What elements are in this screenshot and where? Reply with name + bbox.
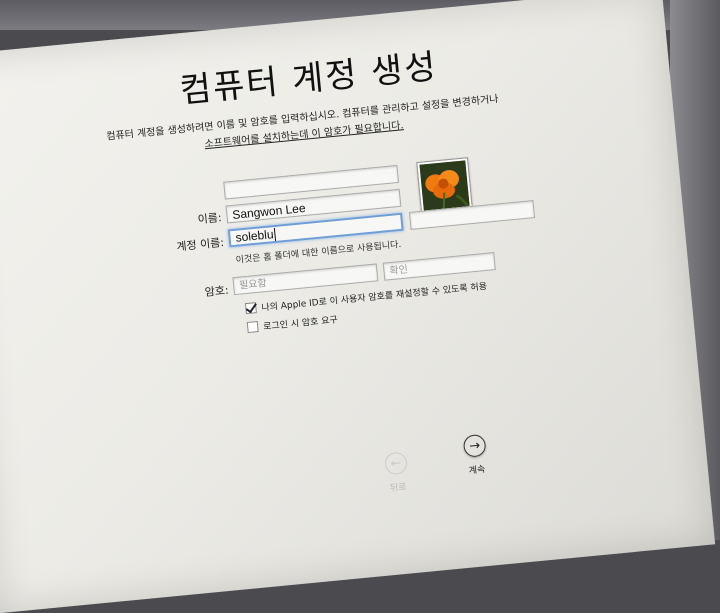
continue-button[interactable]: → 계속 bbox=[449, 432, 503, 478]
verify-password-field[interactable]: 확인 bbox=[382, 252, 496, 281]
account-name-label: 계정 이름: bbox=[175, 235, 225, 254]
back-button[interactable]: ← 뒤로 bbox=[370, 450, 424, 496]
account-name-value: soleblu bbox=[234, 227, 275, 245]
require-password-option[interactable]: 로그인 시 암호 요구 bbox=[246, 312, 339, 334]
require-password-checkbox[interactable] bbox=[246, 321, 259, 334]
user-picture[interactable] bbox=[417, 158, 472, 213]
left-arrow-icon: ← bbox=[383, 451, 408, 476]
setup-assistant-screen: 컴퓨터 계정 생성 컴퓨터 계정을 생성하려면 이름 및 암호를 입력하십시오.… bbox=[0, 0, 716, 613]
right-arrow-icon: → bbox=[462, 433, 487, 458]
back-label: 뒤로 bbox=[389, 482, 408, 495]
require-password-label: 로그인 시 암호 요구 bbox=[262, 315, 339, 333]
orange-poppy-flower-icon bbox=[419, 160, 470, 211]
name-label: 이름: bbox=[197, 211, 223, 227]
continue-label: 계속 bbox=[468, 464, 486, 477]
text-caret bbox=[273, 228, 277, 242]
password-label: 암호: bbox=[204, 283, 230, 299]
apple-id-reset-checkbox[interactable] bbox=[244, 302, 257, 315]
